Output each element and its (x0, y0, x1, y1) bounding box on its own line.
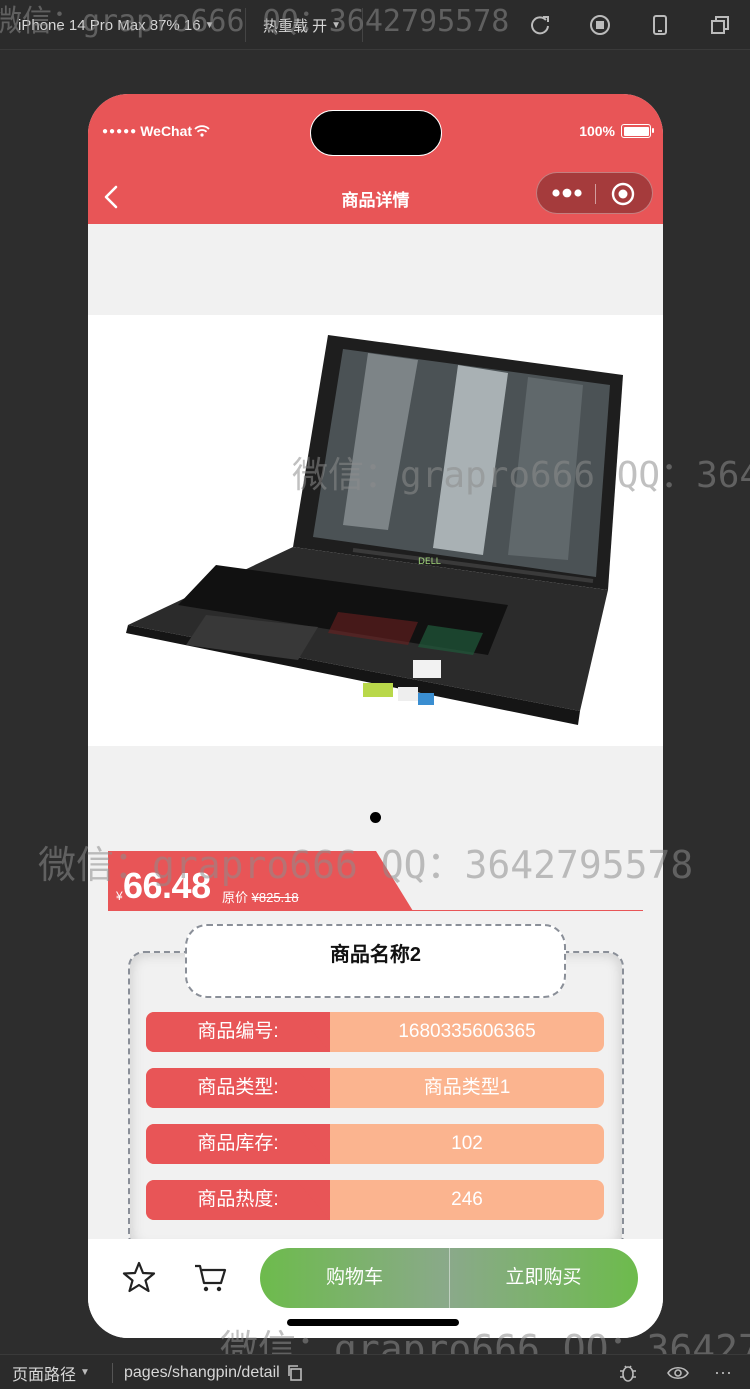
detail-row-stock: 商品库存: 102 (146, 1124, 604, 1164)
chevron-down-icon: ▼ (204, 19, 215, 31)
detail-label: 商品类型: (197, 1077, 279, 1098)
stop-icon[interactable] (589, 14, 611, 36)
dynamic-island (310, 110, 442, 156)
battery-percent: 100% (579, 123, 615, 139)
battery-icon (621, 124, 654, 138)
device-label: iPhone 14 Pro Max 87% 16 (18, 16, 201, 34)
bug-icon[interactable] (617, 1362, 639, 1384)
signal-dots-icon: ●●●●● (102, 125, 138, 137)
devtools-toolbar: iPhone 14 Pro Max 87% 16 ▼ 热重载 开 ▼ (0, 0, 750, 50)
wifi-icon (194, 125, 210, 137)
hot-reload-label: 热重载 开 (263, 17, 328, 35)
detail-row-type: 商品类型: 商品类型1 (146, 1068, 604, 1108)
phone-preview-icon[interactable] (649, 14, 671, 36)
more-icon[interactable] (551, 185, 583, 201)
cart-icon[interactable] (192, 1259, 228, 1295)
detail-label: 商品库存: (197, 1133, 279, 1154)
chevron-down-icon: ▼ (331, 19, 342, 31)
refresh-icon[interactable] (529, 14, 551, 36)
carousel-indicator[interactable] (370, 812, 381, 823)
product-image-carousel[interactable]: DELL (88, 315, 663, 746)
window-icon[interactable] (709, 14, 731, 36)
price-divider (108, 910, 643, 911)
detail-label: 商品编号: (197, 1021, 279, 1042)
detail-row-heat: 商品热度: 246 (146, 1180, 604, 1220)
detail-row-id: 商品编号: 1680335606365 (146, 1012, 604, 1052)
page-path-selector[interactable]: 页面路径 ▼ (12, 1355, 90, 1389)
product-name: 商品名称2 (329, 944, 422, 966)
eye-icon[interactable] (666, 1363, 690, 1383)
page-path: pages/shangpin/detail (124, 1355, 304, 1389)
page-path-label: 页面路径 (12, 1366, 77, 1384)
menu-capsule (536, 172, 653, 214)
currency-symbol: ¥ (116, 889, 123, 903)
status-bar: ●●●●● WeChat 100% (88, 94, 663, 166)
phone-simulator: ●●●●● WeChat 100% 商品详情 DELL ¥ 66.48 原价 ¥… (88, 94, 663, 1338)
battery-status: 100% (579, 123, 654, 139)
purchase-buttons: 购物车 立即购买 (260, 1248, 638, 1308)
detail-label: 商品热度: (197, 1189, 279, 1210)
current-price: 66.48 (123, 865, 211, 906)
hot-reload-toggle[interactable]: 热重载 开 ▼ (263, 0, 341, 50)
device-selector[interactable]: iPhone 14 Pro Max 87% 16 ▼ (18, 0, 215, 50)
detail-value: 1680335606365 (398, 1021, 536, 1042)
buy-now-button[interactable]: 立即购买 (449, 1248, 638, 1308)
add-to-cart-button[interactable]: 购物车 (260, 1248, 449, 1308)
detail-value: 商品类型1 (423, 1077, 511, 1098)
home-indicator (287, 1319, 459, 1326)
original-price-value: ¥825.18 (251, 890, 299, 905)
product-name-box: 商品名称2 (185, 924, 566, 998)
target-icon[interactable] (611, 182, 635, 206)
star-icon[interactable] (121, 1259, 157, 1295)
carrier-signal: ●●●●● WeChat (102, 123, 210, 139)
copy-icon[interactable] (286, 1364, 304, 1382)
more-options-icon[interactable]: ··· (714, 1355, 732, 1389)
chevron-down-icon: ▼ (80, 1367, 90, 1378)
carrier-label: WeChat (140, 123, 193, 139)
original-price-label: 原价 (222, 890, 249, 905)
page-path-value: pages/shangpin/detail (124, 1363, 280, 1381)
original-price: 原价 ¥825.18 (222, 887, 299, 906)
product-detail-content: DELL ¥ 66.48 原价 ¥825.18 商品名称2 商品编号: 1680… (88, 224, 663, 1239)
devtools-statusbar: 页面路径 ▼ pages/shangpin/detail ··· (0, 1354, 750, 1389)
laptop-image: DELL (126, 335, 623, 725)
detail-value: 246 (451, 1189, 483, 1210)
detail-value: 102 (451, 1133, 483, 1154)
